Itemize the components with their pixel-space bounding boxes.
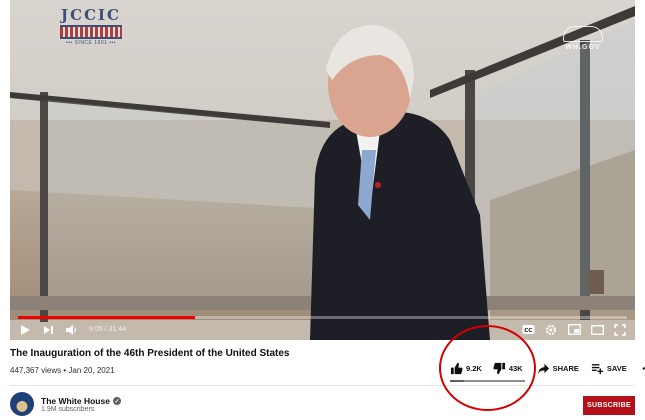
volume-icon: [66, 324, 76, 335]
save-button[interactable]: SAVE: [591, 362, 627, 375]
verified-icon: ✓: [112, 397, 121, 405]
subscribe-button[interactable]: SUBSCRIBE: [583, 396, 635, 415]
dislike-button[interactable]: 43K: [493, 362, 523, 375]
player-controls: 9:05 / 31:44 CC: [10, 319, 635, 340]
video-player[interactable]: JCCIC ••• SINCE 1901 ••• WH.GOV 9:05 / 3…: [10, 0, 635, 340]
channel-name[interactable]: The White House: [41, 396, 110, 406]
settings-button[interactable]: [544, 323, 558, 337]
save-playlist-icon: [591, 364, 603, 375]
like-ratio-fill: [450, 380, 464, 382]
watermark-text: WH.GOV: [565, 44, 601, 51]
jccic-logo-text: JCCIC: [61, 6, 121, 24]
video-actions: 9.2K 43K SHARE SAVE: [450, 362, 645, 375]
share-icon: [537, 363, 549, 375]
captions-icon: CC: [522, 325, 534, 334]
more-icon: [642, 367, 645, 370]
share-label: SHARE: [552, 364, 579, 373]
like-button[interactable]: 9.2K: [450, 362, 482, 375]
settings-icon: [545, 324, 557, 335]
time-display: 9:05 / 31:44: [89, 326, 126, 333]
jccic-overlay-logo: JCCIC ••• SINCE 1901 •••: [56, 6, 126, 46]
next-button[interactable]: [41, 323, 55, 337]
thumbs-up-icon: [450, 362, 463, 375]
save-label: SAVE: [606, 364, 627, 373]
fullscreen-icon: [614, 323, 626, 336]
video-views-date: 447,367 views • Jan 20, 2021: [10, 366, 115, 375]
capitol-seal-graphic: [60, 25, 122, 39]
dislike-count: 43K: [508, 364, 523, 373]
subscriber-count: 1.9M subscribers: [41, 406, 95, 413]
fullscreen-button[interactable]: [613, 323, 627, 337]
miniplayer-icon: [567, 324, 581, 335]
play-icon: [21, 324, 30, 335]
svg-text:CC: CC: [524, 328, 532, 334]
theater-icon: [590, 324, 604, 335]
share-button[interactable]: SHARE: [537, 362, 579, 375]
more-actions-button[interactable]: [641, 362, 645, 375]
volume-button[interactable]: [64, 323, 78, 337]
video-frame: [10, 0, 635, 340]
video-title: The Inauguration of the 46th President o…: [10, 348, 290, 359]
channel-avatar[interactable]: [10, 392, 34, 416]
thumbs-down-icon: [493, 362, 505, 375]
like-dislike-ratio-bar: [450, 380, 525, 382]
theater-mode-button[interactable]: [590, 323, 604, 337]
like-count: 9.2K: [466, 364, 482, 373]
channel-name-row[interactable]: The White House ✓: [41, 396, 121, 406]
jccic-logo-subtitle: ••• SINCE 1901 •••: [65, 40, 117, 46]
captions-button[interactable]: CC: [521, 323, 535, 337]
divider: [10, 385, 635, 386]
play-button[interactable]: [18, 323, 32, 337]
next-icon: [44, 325, 53, 334]
whitehouse-icon: [563, 26, 603, 42]
miniplayer-button[interactable]: [567, 323, 581, 337]
whitehouse-watermark: WH.GOV: [557, 26, 609, 51]
